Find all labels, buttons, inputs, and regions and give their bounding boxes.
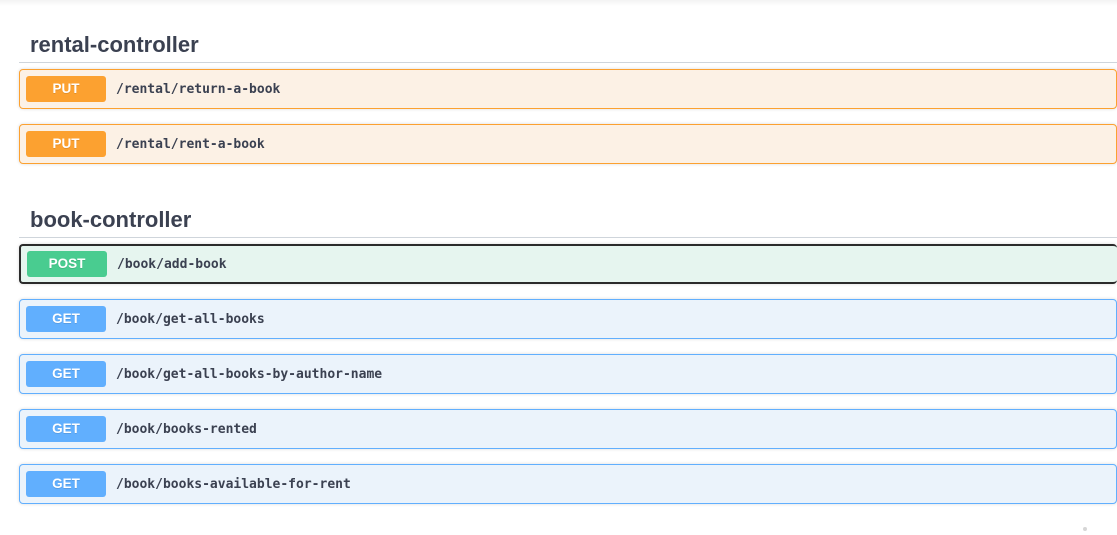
operation-path: /rental/rent-a-book — [116, 136, 265, 152]
method-badge: GET — [26, 416, 106, 442]
operation-get-books-available-for-rent[interactable]: GET /book/books-available-for-rent — [19, 464, 1117, 504]
operation-put-rent-a-book[interactable]: PUT /rental/rent-a-book — [19, 124, 1117, 164]
method-badge: PUT — [26, 131, 106, 157]
operation-path: /book/get-all-books — [116, 311, 265, 327]
operation-path: /book/get-all-books-by-author-name — [116, 366, 383, 382]
operation-put-return-a-book[interactable]: PUT /rental/return-a-book — [19, 69, 1117, 109]
method-badge: PUT — [26, 76, 106, 102]
operation-path: /rental/return-a-book — [116, 81, 281, 97]
book-controller-header[interactable]: book-controller — [19, 179, 1117, 238]
operation-path: /book/books-available-for-rent — [116, 476, 351, 492]
operation-get-all-books-by-author-name[interactable]: GET /book/get-all-books-by-author-name — [19, 354, 1117, 394]
operation-post-add-book[interactable]: POST /book/add-book — [19, 244, 1117, 284]
operation-get-all-books[interactable]: GET /book/get-all-books — [19, 299, 1117, 339]
method-badge: GET — [26, 306, 106, 332]
operation-get-books-rented[interactable]: GET /book/books-rented — [19, 409, 1117, 449]
scroll-indicator-dot — [1083, 527, 1087, 531]
method-badge: POST — [27, 251, 107, 277]
rental-controller-operations: PUT /rental/return-a-book PUT /rental/re… — [19, 63, 1117, 164]
method-badge: GET — [26, 361, 106, 387]
method-badge: GET — [26, 471, 106, 497]
section-title: rental-controller — [30, 32, 199, 57]
operation-path: /book/books-rented — [116, 421, 257, 437]
api-operations-panel: rental-controller PUT /rental/return-a-b… — [19, 0, 1117, 519]
operation-path: /book/add-book — [117, 256, 227, 272]
book-controller-operations: POST /book/add-book GET /book/get-all-bo… — [19, 238, 1117, 504]
section-title: book-controller — [30, 207, 192, 232]
rental-controller-header[interactable]: rental-controller — [19, 0, 1117, 63]
